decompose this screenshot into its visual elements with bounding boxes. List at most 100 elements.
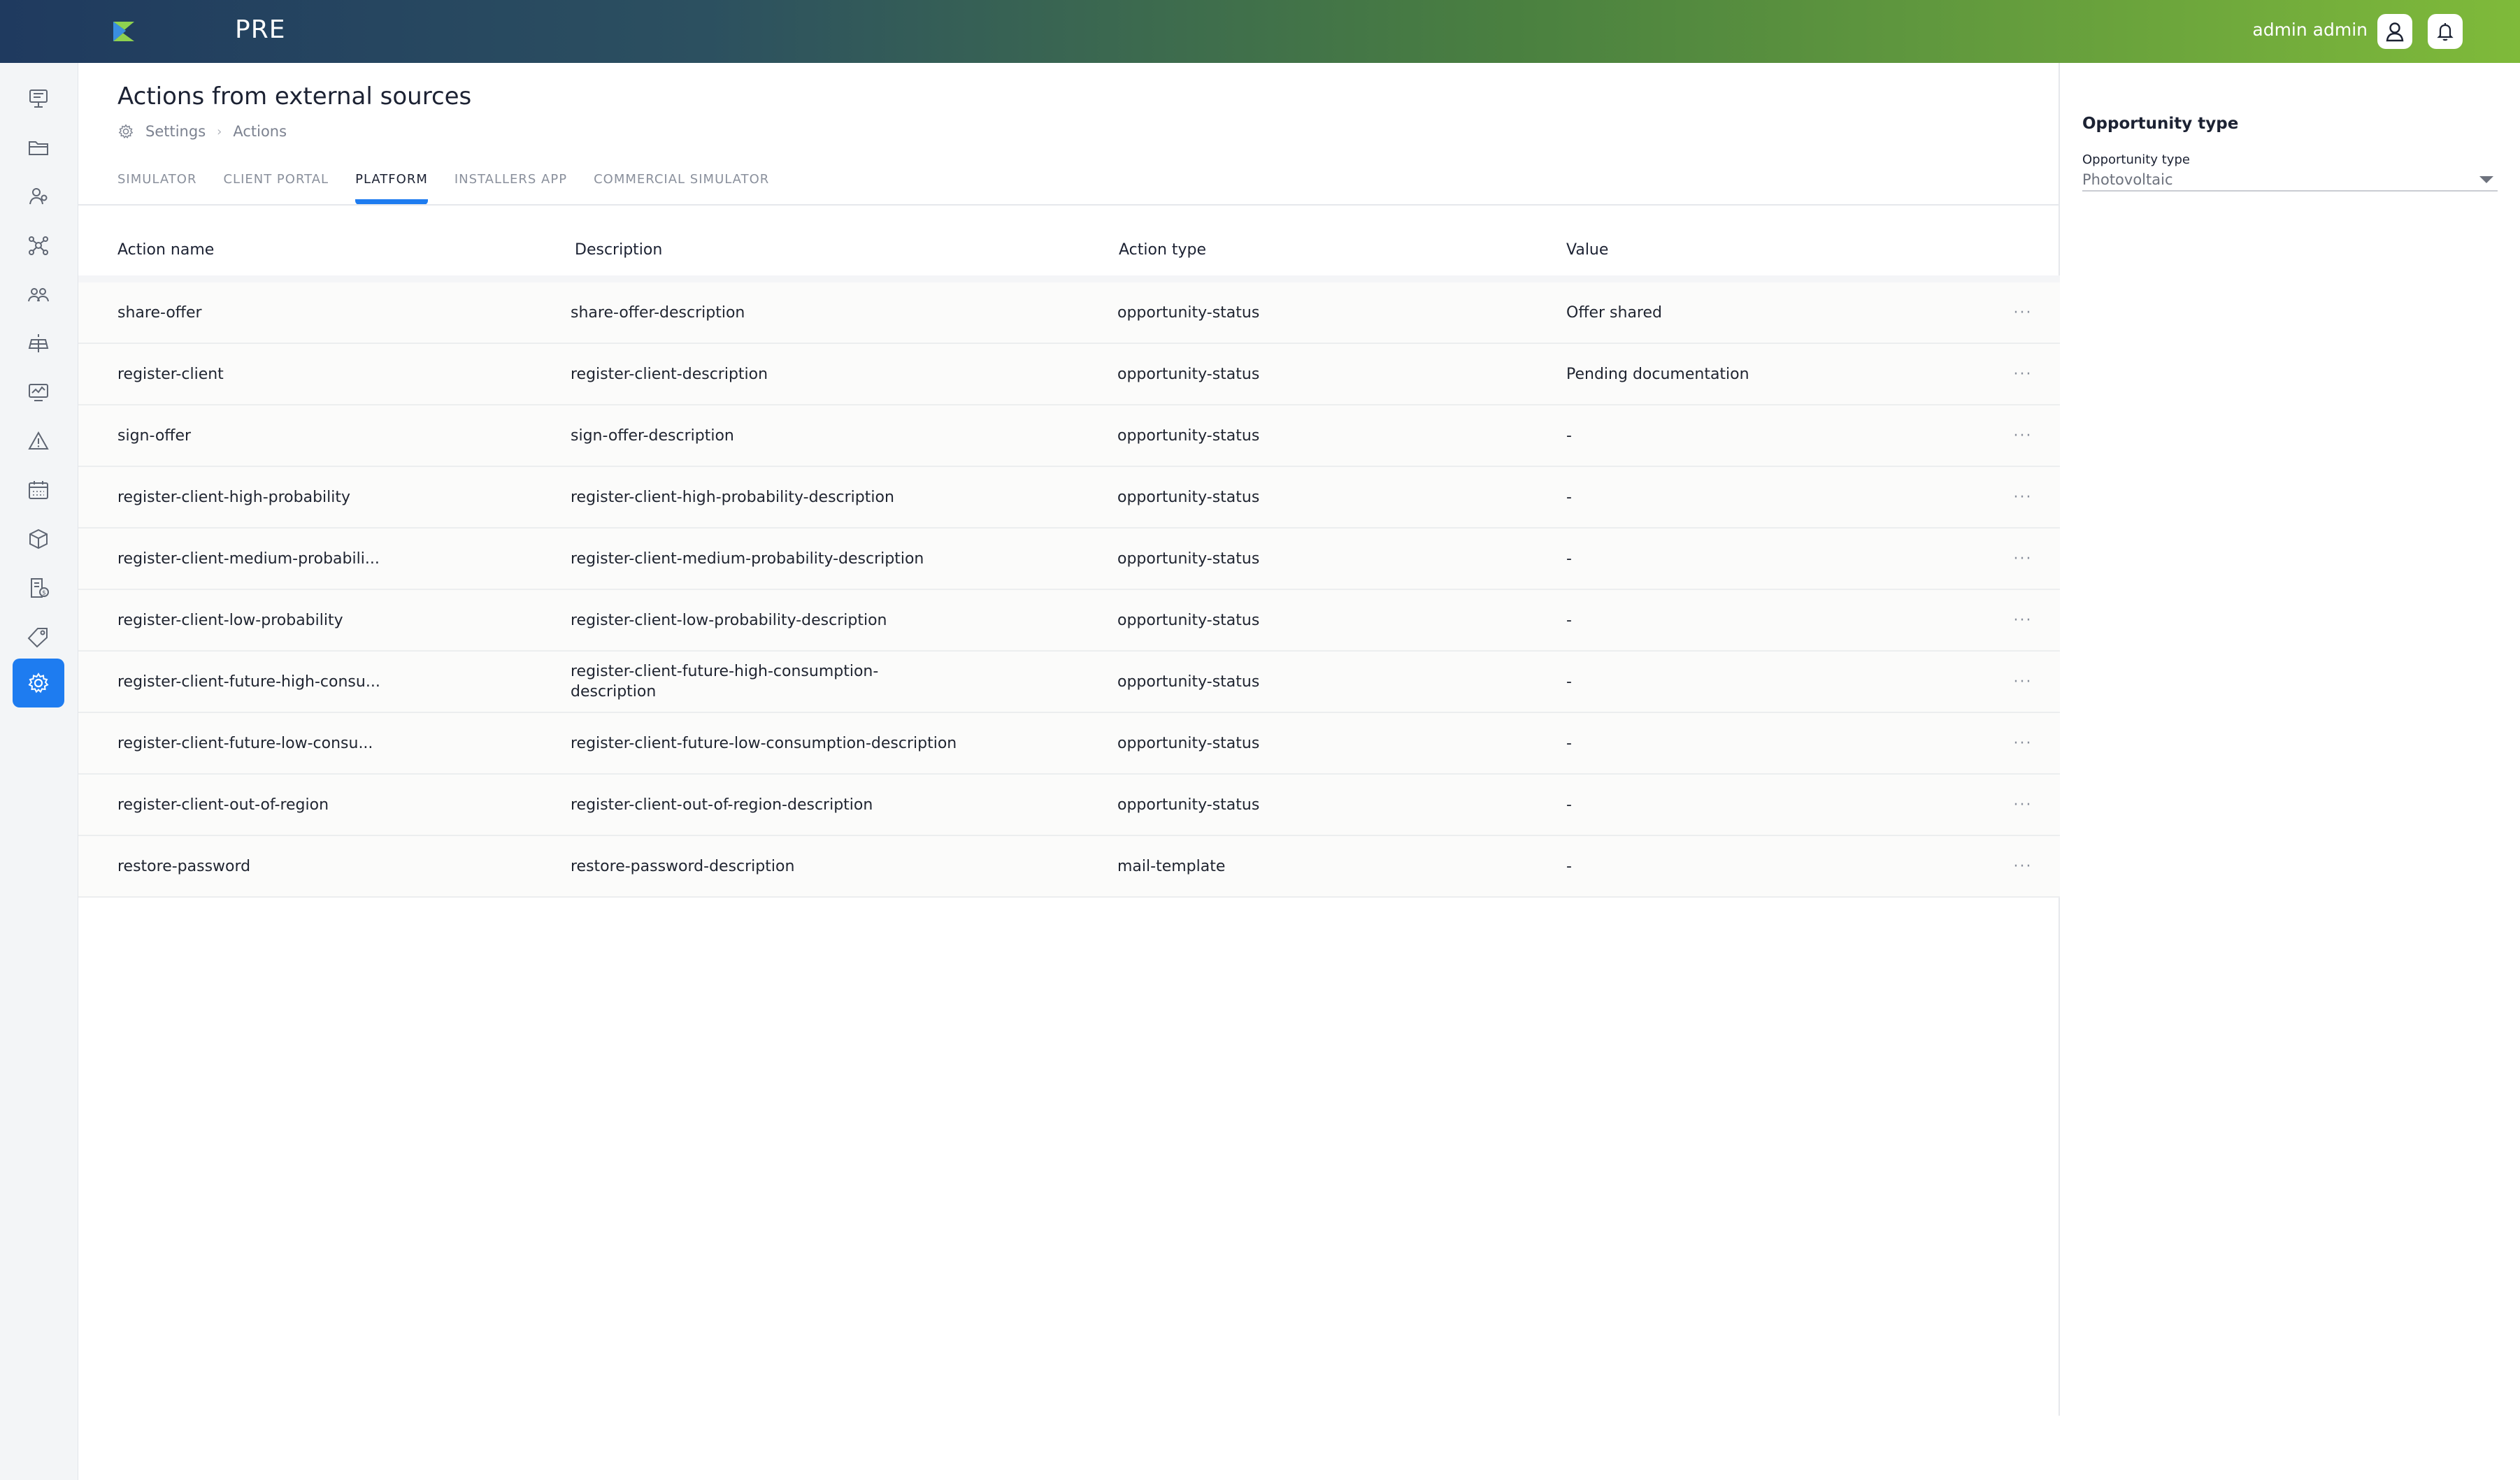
cell-action-name: register-client-low-probability bbox=[117, 611, 343, 629]
sidebar-item-dashboard[interactable] bbox=[13, 74, 64, 123]
row-menu-button[interactable]: ··· bbox=[2012, 487, 2033, 508]
cell-value: - bbox=[1566, 488, 1572, 506]
cell-action-type: opportunity-status bbox=[1117, 365, 1260, 383]
sidebar-item-folders[interactable] bbox=[13, 123, 64, 172]
main-content: Actions from external sources Settings ›… bbox=[78, 63, 2060, 1416]
column-header-action-type[interactable]: Action type bbox=[1119, 241, 1510, 259]
cell-description: register-client-high-probability-descrip… bbox=[571, 488, 894, 506]
cell-action-name: register-client-medium-probabili... bbox=[117, 549, 380, 568]
calendar-icon bbox=[29, 481, 48, 499]
svg-text:$: $ bbox=[42, 590, 46, 597]
user-profile-button[interactable] bbox=[2377, 14, 2412, 49]
tab-client-portal[interactable]: CLIENT PORTAL bbox=[223, 172, 329, 199]
row-menu-button[interactable]: ··· bbox=[2012, 733, 2033, 754]
user-name[interactable]: admin admin bbox=[2252, 20, 2368, 40]
row-menu-button[interactable]: ··· bbox=[2012, 794, 2033, 815]
cell-value: Offer shared bbox=[1566, 303, 1662, 322]
table-row[interactable]: register-client-out-of-region register-c… bbox=[78, 775, 2060, 836]
tab-bar: SIMULATOR CLIENT PORTAL PLATFORM INSTALL… bbox=[117, 172, 769, 205]
cell-action-name: sign-offer bbox=[117, 426, 192, 445]
dashboard-icon bbox=[29, 89, 48, 108]
sidebar-item-billing[interactable]: $ bbox=[13, 563, 64, 612]
cell-description: register-client-medium-probability-descr… bbox=[571, 549, 924, 568]
cell-action-type: opportunity-status bbox=[1117, 488, 1260, 506]
cell-action-name: register-client-future-low-consu... bbox=[117, 734, 373, 752]
cell-action-type: opportunity-status bbox=[1117, 734, 1260, 752]
cell-description: register-client-low-probability-descript… bbox=[571, 611, 887, 629]
tab-simulator[interactable]: SIMULATOR bbox=[117, 172, 196, 199]
sidebar-item-alerts[interactable] bbox=[13, 417, 64, 466]
cell-value: - bbox=[1566, 796, 1572, 814]
table-row[interactable]: register-client-medium-probabili... regi… bbox=[78, 529, 2060, 590]
row-menu-button[interactable]: ··· bbox=[2012, 548, 2033, 569]
table-row[interactable]: restore-password restore-password-descri… bbox=[78, 836, 2060, 898]
notifications-button[interactable] bbox=[2428, 14, 2463, 49]
tab-platform[interactable]: PLATFORM bbox=[355, 172, 428, 205]
cell-value: - bbox=[1566, 549, 1572, 568]
cell-description: register-client-out-of-region-descriptio… bbox=[571, 796, 873, 814]
tab-installers-app[interactable]: INSTALLERS APP bbox=[454, 172, 567, 199]
tab-commercial-simulator[interactable]: COMMERCIAL SIMULATOR bbox=[594, 172, 769, 199]
breadcrumb: Settings › Actions bbox=[117, 123, 287, 140]
sidebar-item-monitoring[interactable] bbox=[13, 368, 64, 417]
box-icon bbox=[29, 529, 48, 549]
opportunity-type-label: Opportunity type bbox=[2082, 152, 2190, 167]
folder-icon bbox=[29, 141, 48, 155]
cell-action-type: opportunity-status bbox=[1117, 303, 1260, 322]
column-header-action-name[interactable]: Action name bbox=[117, 241, 537, 259]
cell-action-type: opportunity-status bbox=[1117, 796, 1260, 814]
solar-panel-icon bbox=[28, 334, 49, 352]
sidebar-item-calendar[interactable] bbox=[13, 466, 64, 515]
row-menu-button[interactable]: ··· bbox=[2012, 364, 2033, 385]
row-menu-button[interactable]: ··· bbox=[2012, 856, 2033, 877]
row-menu-button[interactable]: ··· bbox=[2012, 302, 2033, 323]
sidebar-item-users[interactable] bbox=[13, 172, 64, 221]
group-icon bbox=[28, 288, 49, 302]
cell-action-name: register-client-out-of-region bbox=[117, 796, 329, 814]
settings-icon bbox=[28, 673, 49, 694]
sidebar-item-products[interactable] bbox=[13, 515, 64, 563]
row-menu-button[interactable]: ··· bbox=[2012, 671, 2033, 692]
sidebar-item-groups[interactable] bbox=[13, 270, 64, 319]
cell-action-name: share-offer bbox=[117, 303, 202, 322]
top-bar: PRE admin admin bbox=[0, 0, 2520, 63]
table-row[interactable]: register-client-future-low-consu... regi… bbox=[78, 713, 2060, 775]
cell-action-type: opportunity-status bbox=[1117, 426, 1260, 445]
sidebar-item-installations[interactable] bbox=[13, 319, 64, 368]
cell-value: - bbox=[1566, 673, 1572, 691]
warning-icon bbox=[28, 431, 49, 450]
network-icon bbox=[29, 236, 48, 255]
filter-panel: Opportunity type Opportunity type Photov… bbox=[2061, 63, 2520, 1480]
cell-description: register-client-future-low-consumption-d… bbox=[571, 734, 957, 752]
sidebar-item-tags[interactable] bbox=[13, 612, 64, 661]
sidebar-item-settings[interactable] bbox=[13, 659, 64, 707]
row-menu-button[interactable]: ··· bbox=[2012, 425, 2033, 446]
tabs-divider bbox=[78, 204, 2060, 206]
table-row[interactable]: register-client-high-probability registe… bbox=[78, 467, 2060, 529]
cell-description: register-client-future-high-consumption-… bbox=[571, 663, 879, 701]
app-logo-icon[interactable] bbox=[112, 20, 136, 43]
table-row[interactable]: register-client register-client-descript… bbox=[78, 344, 2060, 405]
column-header-description[interactable]: Description bbox=[575, 241, 1057, 259]
column-header-value[interactable]: Value bbox=[1566, 241, 1958, 259]
table-header: Action name Description Action type Valu… bbox=[78, 224, 2060, 282]
row-menu-button[interactable]: ··· bbox=[2012, 610, 2033, 631]
cell-description: register-client-description bbox=[571, 365, 768, 383]
opportunity-type-select[interactable]: Photovoltaic bbox=[2082, 169, 2498, 192]
breadcrumb-actions: Actions bbox=[233, 123, 287, 140]
table-row[interactable]: share-offer share-offer-description oppo… bbox=[78, 282, 2060, 344]
cell-description: restore-password-description bbox=[571, 857, 795, 875]
environment-label: PRE bbox=[235, 15, 286, 44]
table-row[interactable]: sign-offer sign-offer-description opport… bbox=[78, 405, 2060, 467]
billing-icon: $ bbox=[31, 578, 49, 598]
cell-action-name: register-client-future-high-consu... bbox=[117, 673, 380, 691]
panel-title: Opportunity type bbox=[2082, 115, 2239, 133]
users-icon bbox=[29, 188, 48, 205]
table-row[interactable]: register-client-future-high-consu... reg… bbox=[78, 652, 2060, 713]
table-row[interactable]: register-client-low-probability register… bbox=[78, 590, 2060, 652]
cell-action-type: opportunity-status bbox=[1117, 673, 1260, 691]
sidebar-item-network[interactable] bbox=[13, 221, 64, 270]
breadcrumb-settings[interactable]: Settings bbox=[145, 123, 206, 140]
cell-description: share-offer-description bbox=[571, 303, 745, 322]
bell-icon bbox=[2437, 23, 2454, 41]
